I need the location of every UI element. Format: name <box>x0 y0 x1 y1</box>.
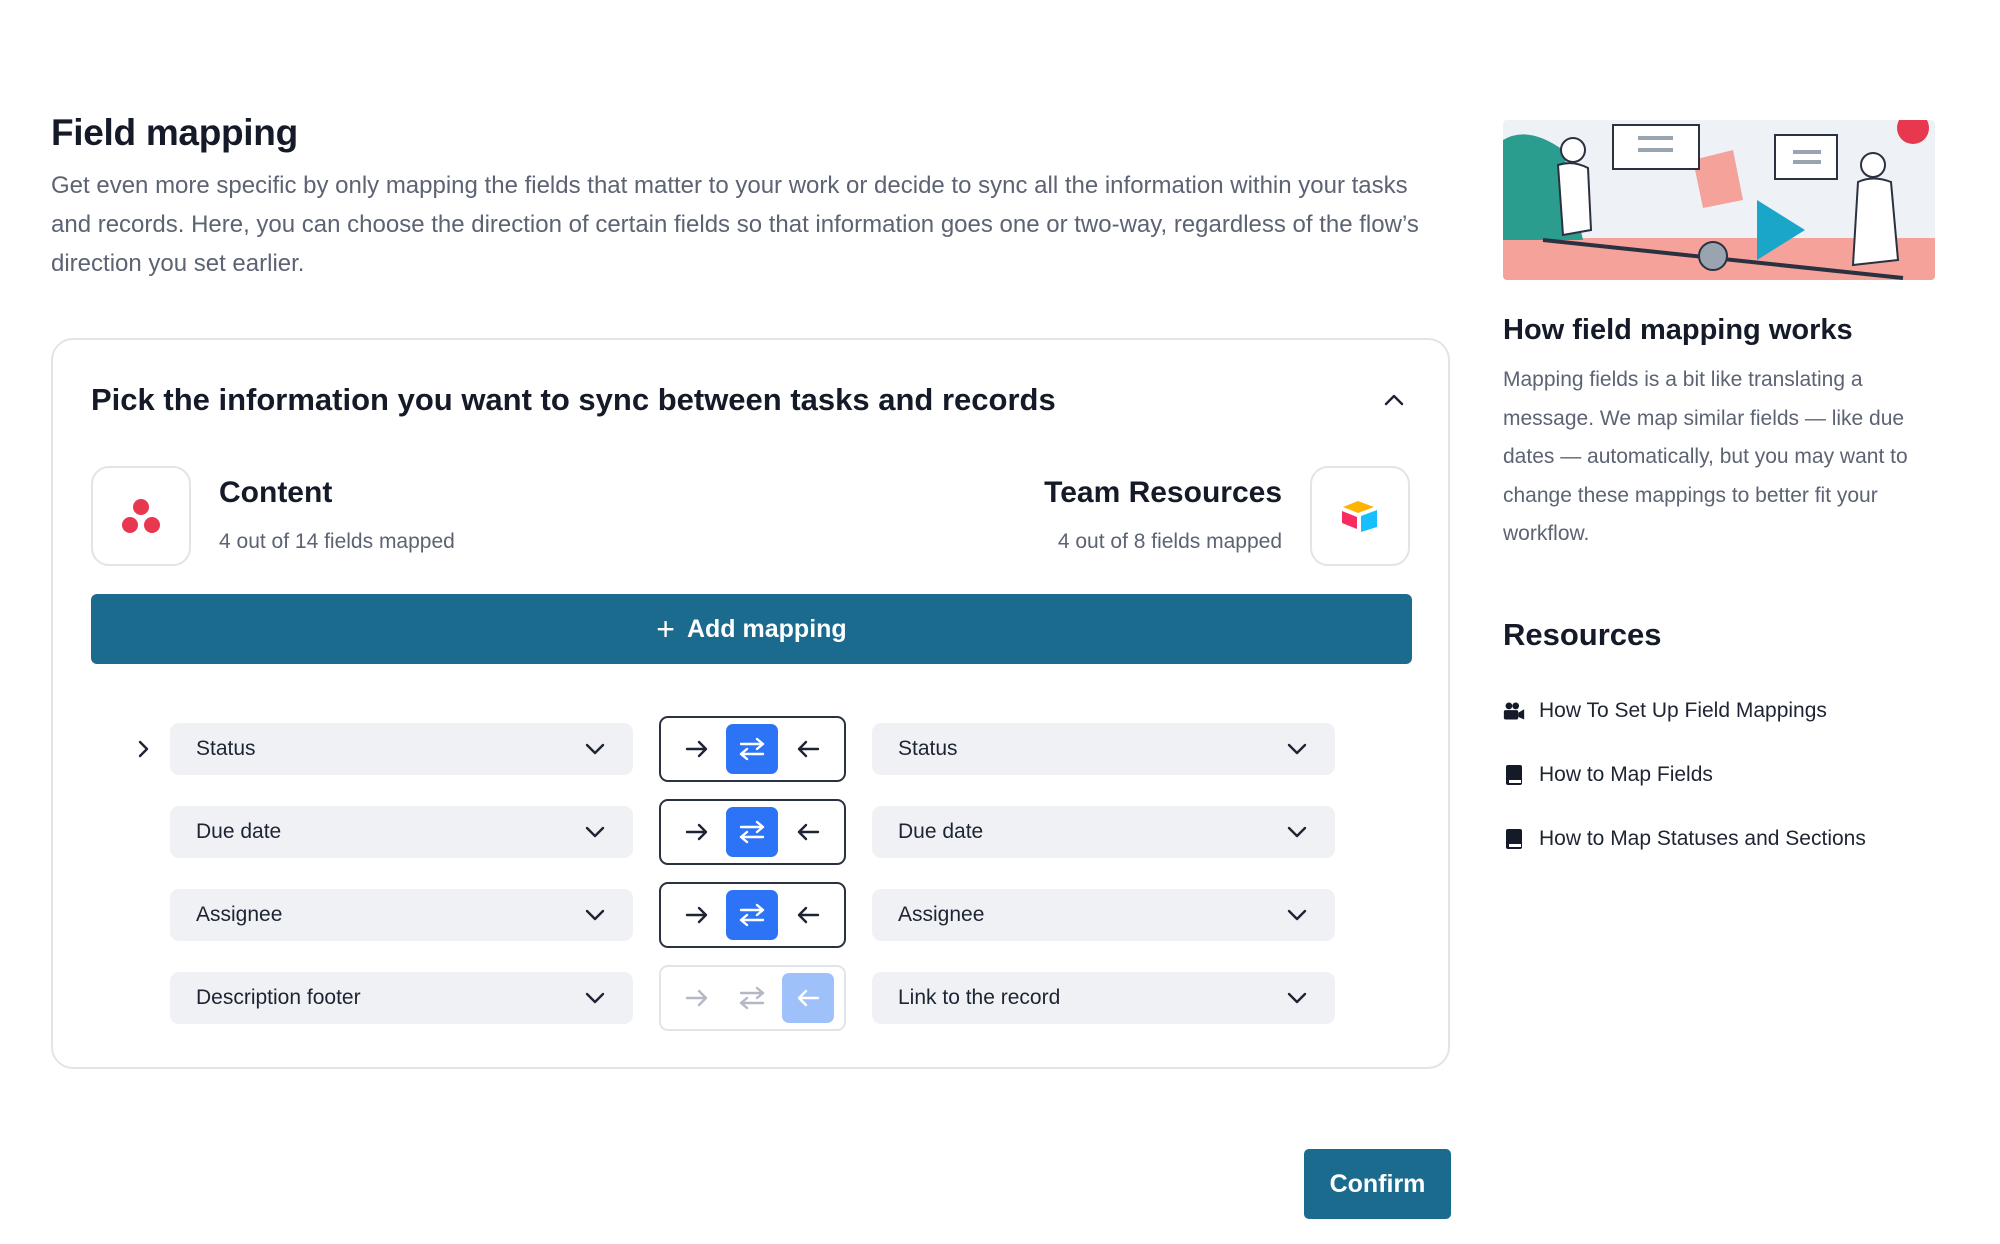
direction-right-to-left[interactable] <box>782 724 834 774</box>
left-field-value: Assignee <box>196 903 283 926</box>
direction-two-way <box>726 973 778 1023</box>
two-way-arrows-icon <box>740 737 765 761</box>
right-app-logo <box>1310 466 1410 566</box>
resource-label: How To Set Up Field Mappings <box>1539 698 1827 722</box>
chevron-down-icon <box>1287 826 1307 838</box>
chevron-down-icon <box>1287 743 1307 755</box>
right-app-fields-count: 4 out of 8 fields mapped <box>1057 530 1282 553</box>
direction-left-to-right <box>671 973 723 1023</box>
field-mapping-illustration <box>1503 120 1935 280</box>
mapping-row: Assignee Assignee <box>53 882 1452 948</box>
mapping-row: Description footer Link to the record <box>53 965 1452 1031</box>
direction-selector <box>659 799 846 865</box>
two-way-arrows-icon <box>740 903 765 927</box>
mapping-row: Due date Due date <box>53 799 1452 865</box>
right-field-value: Assignee <box>898 903 985 926</box>
two-way-arrows-icon <box>740 820 765 844</box>
left-field-value: Due date <box>196 820 282 843</box>
left-field-value: Status <box>196 737 256 760</box>
left-app-logo <box>91 466 191 566</box>
right-field-select[interactable]: Link to the record <box>872 972 1335 1024</box>
direction-left-to-right[interactable] <box>671 724 723 774</box>
help-sidebar: How field mapping works Mapping fields i… <box>1503 120 1938 871</box>
resource-link-setup-field-mappings[interactable]: How To Set Up Field Mappings <box>1503 679 1938 743</box>
resources-list: How To Set Up Field Mappings How to Map … <box>1503 679 1938 871</box>
left-field-select[interactable]: Description footer <box>170 972 633 1024</box>
book-icon <box>1503 828 1525 850</box>
card-title: Pick the information you want to sync be… <box>91 382 1056 417</box>
direction-selector <box>659 716 846 782</box>
arrow-right-icon <box>685 989 708 1007</box>
left-field-value: Description footer <box>196 986 361 1009</box>
mapping-card: Pick the information you want to sync be… <box>51 338 1450 1069</box>
chevron-right-icon <box>138 740 149 758</box>
direction-left-to-right[interactable] <box>671 807 723 857</box>
arrow-left-icon <box>797 906 820 924</box>
direction-selector <box>659 965 846 1031</box>
expand-row-button[interactable] <box>123 729 163 769</box>
direction-two-way[interactable] <box>726 890 779 940</box>
chevron-down-icon <box>585 909 605 921</box>
chevron-down-icon <box>585 826 605 838</box>
airtable-logo-icon <box>1342 501 1377 532</box>
direction-right-to-left[interactable] <box>782 890 834 940</box>
add-mapping-label: Add mapping <box>686 614 847 643</box>
plus-icon: + <box>656 611 675 647</box>
main-content: Field mapping Get even more specific by … <box>51 112 1461 283</box>
arrow-left-icon <box>797 823 820 841</box>
chevron-down-icon <box>585 992 605 1004</box>
right-field-select[interactable]: Assignee <box>872 889 1335 941</box>
page-description: Get even more specific by only mapping t… <box>51 172 1419 277</box>
asana-logo-icon <box>122 499 160 533</box>
left-field-select[interactable]: Status <box>170 723 633 775</box>
resource-link-map-fields[interactable]: How to Map Fields <box>1503 743 1938 807</box>
right-field-select[interactable]: Due date <box>872 806 1335 858</box>
mapping-row: Status Status <box>53 716 1452 782</box>
direction-two-way[interactable] <box>726 724 779 774</box>
resource-label: How to Map Statuses and Sections <box>1539 826 1866 850</box>
sidebar-text: Mapping fields is a bit like translating… <box>1503 368 1908 545</box>
sidebar-title: How field mapping works <box>1503 314 1853 346</box>
video-camera-icon <box>1503 700 1525 722</box>
direction-two-way[interactable] <box>726 807 779 857</box>
resource-link-map-statuses[interactable]: How to Map Statuses and Sections <box>1503 807 1938 871</box>
resource-label: How to Map Fields <box>1539 762 1713 786</box>
left-field-select[interactable]: Assignee <box>170 889 633 941</box>
page-title: Field mapping <box>51 112 298 153</box>
arrow-right-icon <box>685 823 708 841</box>
chevron-up-icon <box>1384 394 1404 406</box>
two-way-arrows-icon <box>740 986 765 1010</box>
right-field-select[interactable]: Status <box>872 723 1335 775</box>
direction-right-to-left[interactable] <box>782 807 834 857</box>
direction-left-to-right[interactable] <box>671 890 723 940</box>
book-icon <box>1503 764 1525 786</box>
chevron-down-icon <box>1287 992 1307 1004</box>
chevron-down-icon <box>585 743 605 755</box>
right-field-value: Due date <box>898 820 984 843</box>
direction-right-to-left <box>782 973 835 1023</box>
resources-title: Resources <box>1503 616 1662 652</box>
right-field-value: Link to the record <box>898 986 1061 1009</box>
arrow-right-icon <box>685 740 708 758</box>
confirm-button[interactable]: Confirm <box>1304 1149 1451 1219</box>
chevron-down-icon <box>1287 909 1307 921</box>
direction-selector <box>659 882 846 948</box>
left-app-fields-count: 4 out of 14 fields mapped <box>219 530 455 553</box>
arrow-left-icon <box>797 989 820 1007</box>
arrow-left-icon <box>797 740 820 758</box>
arrow-right-icon <box>685 906 708 924</box>
add-mapping-button[interactable]: + Add mapping <box>91 594 1412 664</box>
collapse-button[interactable] <box>1374 380 1414 420</box>
right-field-value: Status <box>898 737 958 760</box>
right-app-name: Team Resources <box>1044 476 1282 509</box>
left-app-name: Content <box>219 476 333 509</box>
left-field-select[interactable]: Due date <box>170 806 633 858</box>
